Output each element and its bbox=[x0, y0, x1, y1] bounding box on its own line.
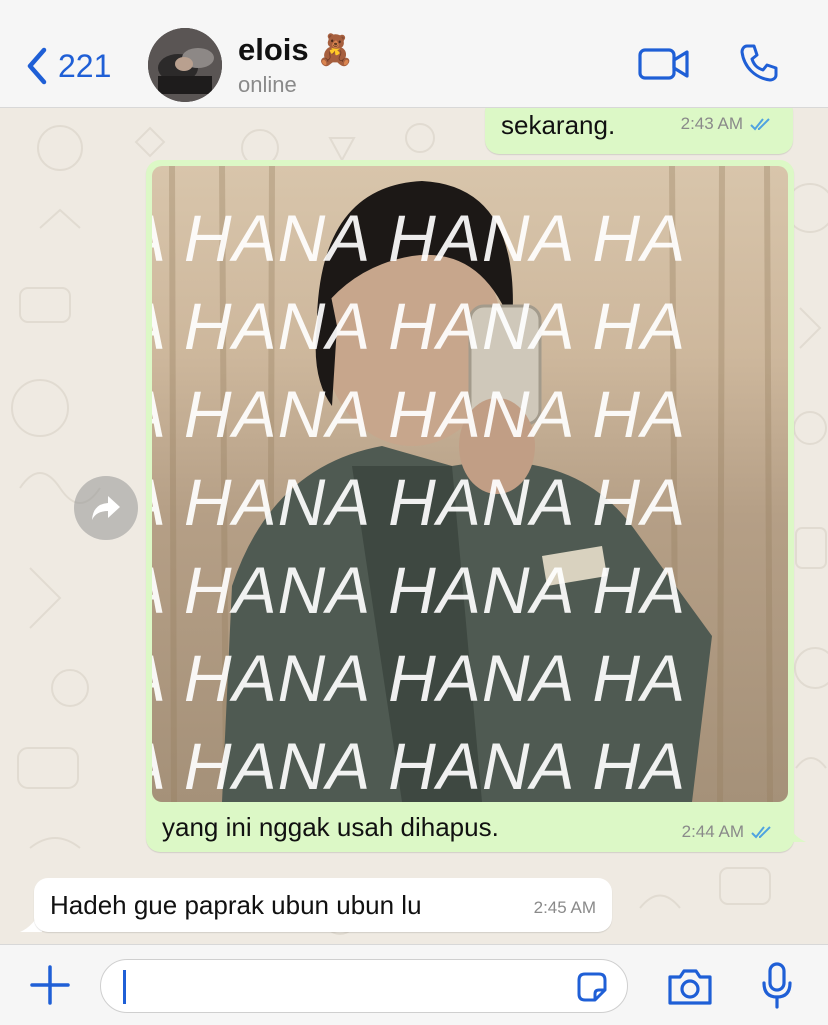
read-ticks-icon bbox=[751, 826, 771, 839]
camera-icon[interactable] bbox=[666, 967, 714, 1007]
message-time: 2:45 AM bbox=[533, 898, 596, 917]
watermark-line: A HANA HANA HA bbox=[152, 553, 687, 627]
contact-name: elois bbox=[238, 32, 309, 67]
watermark-line: A HANA HANA HA bbox=[152, 201, 687, 275]
back-button[interactable]: 221 bbox=[22, 38, 111, 94]
read-ticks-icon bbox=[750, 118, 770, 131]
bubble-tail bbox=[784, 818, 806, 842]
photo-watermark: A HANA HANA HA A HANA HANA HA A HANA HANA … bbox=[152, 194, 788, 802]
teddy-bear-emoji: 🧸 bbox=[316, 33, 355, 67]
message-bubble-outgoing[interactable]: sekarang. 2:43 AM bbox=[485, 108, 793, 154]
contact-info[interactable]: elois 🧸 online bbox=[238, 32, 354, 98]
message-meta: 2:43 AM bbox=[681, 114, 775, 134]
message-meta: 2:45 AM bbox=[534, 898, 596, 918]
text-cursor bbox=[123, 970, 126, 1004]
compose-bar bbox=[0, 944, 828, 1025]
contact-name-row: elois 🧸 bbox=[238, 32, 354, 68]
watermark-line: A HANA HANA HA bbox=[152, 377, 687, 451]
message-text: Hadeh gue paprak ubun ubun lu bbox=[50, 890, 422, 920]
message-text: sekarang. bbox=[501, 110, 616, 140]
unread-count: 221 bbox=[58, 47, 112, 84]
sticker-icon[interactable] bbox=[575, 970, 609, 1004]
message-photo[interactable]: A HANA HANA HA A HANA HANA HA A HANA HANA … bbox=[152, 166, 788, 802]
microphone-icon[interactable] bbox=[760, 961, 794, 1011]
watermark-line: A HANA HANA HA bbox=[152, 289, 687, 363]
message-input-field[interactable] bbox=[100, 959, 628, 1013]
message-input[interactable] bbox=[123, 970, 563, 1004]
message-meta: 2:44 AM bbox=[682, 822, 776, 842]
chat-screen: 221 elois 🧸 online sekarang. 2:43 AM A H… bbox=[0, 0, 828, 1025]
watermark-line: A HANA HANA HA bbox=[152, 641, 687, 715]
phone-icon[interactable] bbox=[738, 42, 780, 84]
chat-header: 221 elois 🧸 online bbox=[0, 0, 828, 108]
plus-icon[interactable] bbox=[28, 963, 72, 1007]
contact-status: online bbox=[238, 72, 297, 97]
forward-button[interactable] bbox=[74, 476, 138, 540]
avatar[interactable] bbox=[148, 28, 222, 102]
message-time: 2:44 AM bbox=[681, 822, 744, 841]
avatar-photo bbox=[148, 28, 222, 102]
watermark-line: A HANA HANA HA bbox=[152, 729, 687, 802]
message-list[interactable]: sekarang. 2:43 AM A HANA HANA HA A HANA … bbox=[0, 108, 828, 944]
chevron-left-icon bbox=[27, 47, 47, 85]
video-call-icon[interactable] bbox=[638, 46, 690, 82]
watermark-line: A HANA HANA HA bbox=[152, 465, 687, 539]
message-bubble-outgoing-image[interactable]: A HANA HANA HA A HANA HANA HA A HANA HANA … bbox=[146, 160, 794, 852]
image-caption: yang ini nggak usah dihapus. bbox=[162, 812, 499, 842]
forward-arrow-icon bbox=[92, 496, 120, 520]
message-time: 2:43 AM bbox=[680, 114, 743, 133]
message-bubble-incoming[interactable]: Hadeh gue paprak ubun ubun lu 2:45 AM bbox=[34, 878, 612, 932]
